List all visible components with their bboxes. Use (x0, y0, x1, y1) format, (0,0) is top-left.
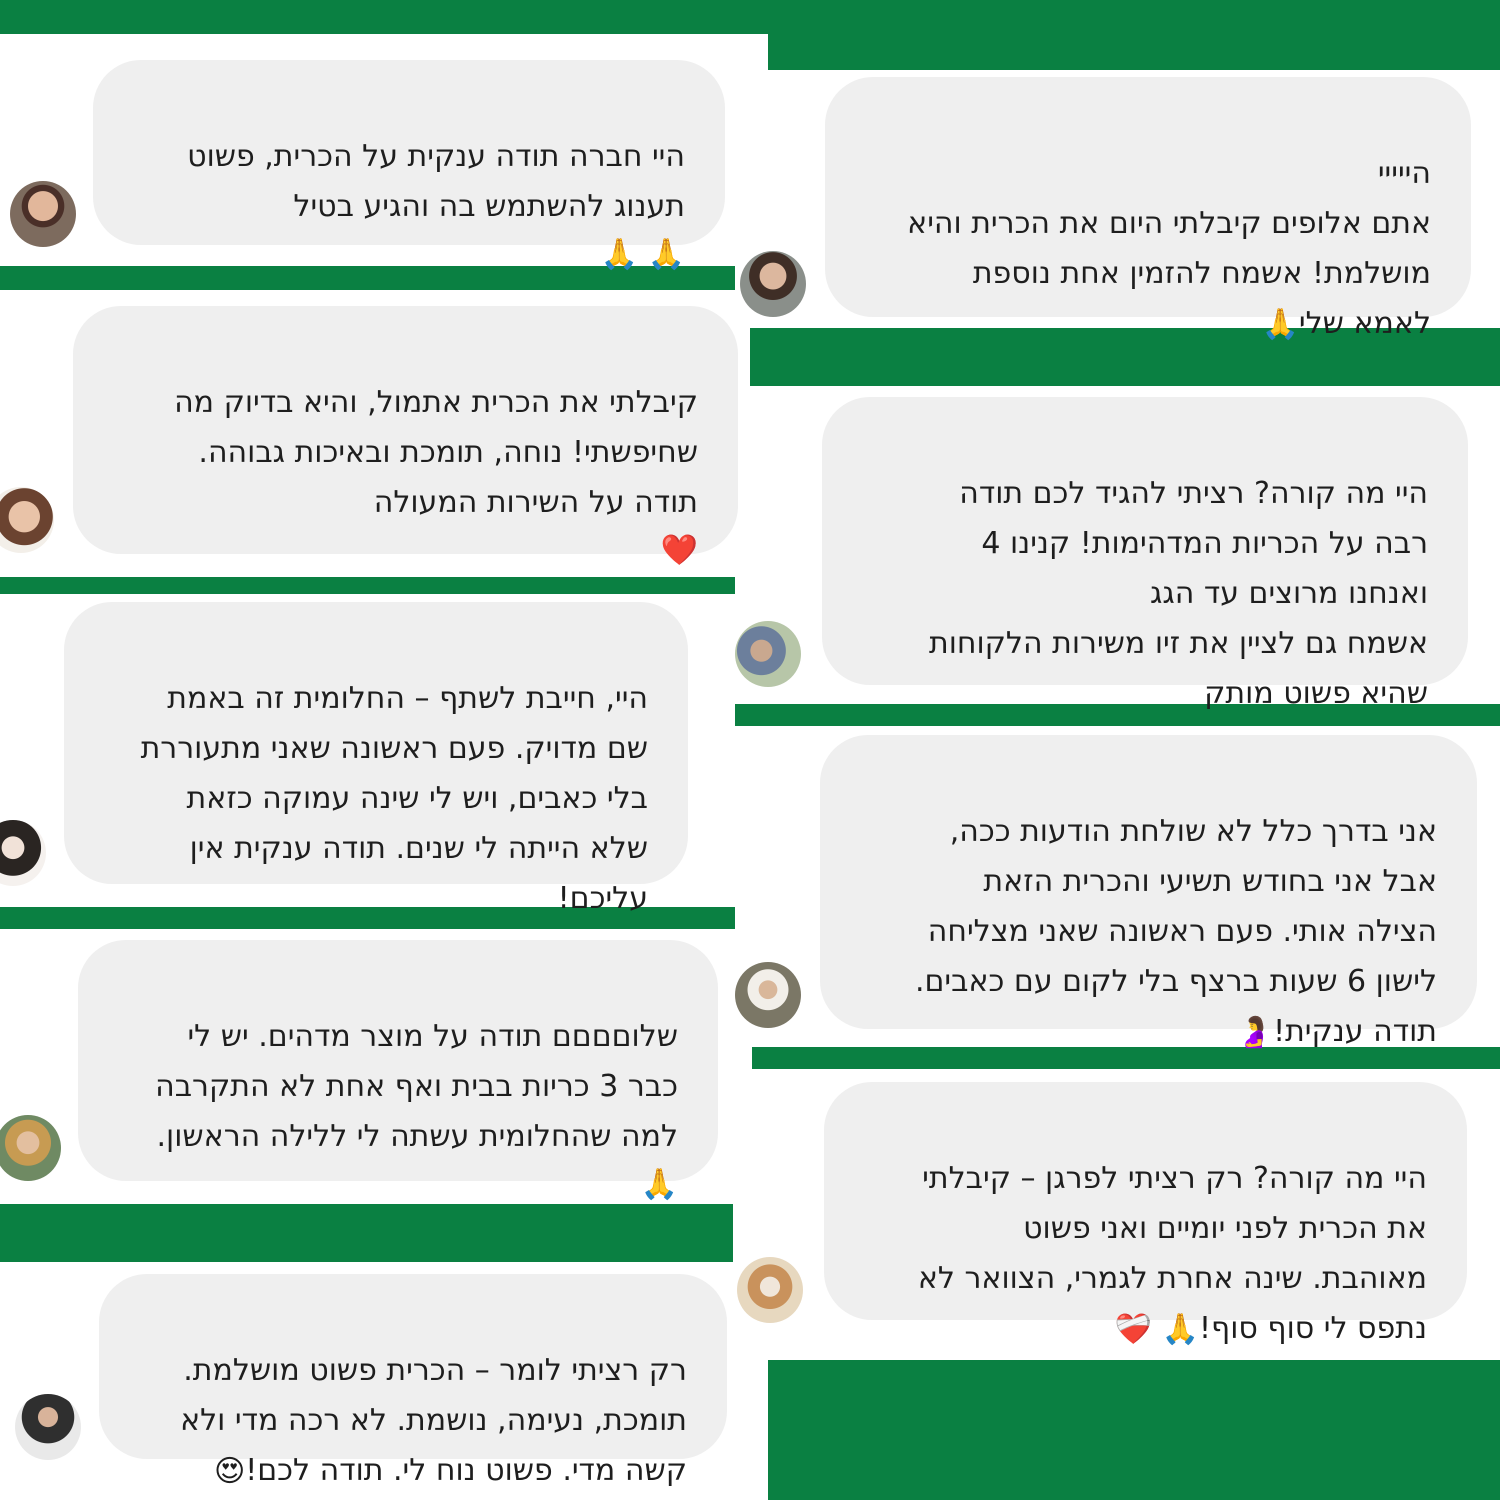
review-text: רק רציתי לומר – הכרית פשוט מושלמת. תומכת… (139, 1296, 687, 1496)
review-text-body: היי, חייבת לשתף – החלומית זה באמת שם מדו… (140, 681, 648, 916)
pray-icon: 🙏 (1261, 306, 1299, 342)
review-text: היי חברה תודה ענקית על הכרית, פשוט תענוג… (133, 82, 685, 328)
heart-icon: ❤️ (660, 533, 698, 568)
pray-heart-icons: 🙏 ❤️‍🩹 (1114, 1311, 1199, 1347)
green-band-top (0, 0, 1500, 34)
avatar (15, 1394, 81, 1460)
pray-icon: 🙏 (640, 1167, 678, 1202)
avatar (737, 1257, 803, 1323)
avatar (740, 251, 806, 317)
review-bubble: קיבלתי את הכרית אתמול, והיא בדיוק מה שחי… (73, 306, 738, 568)
review-bubble: היי מה קורה? רציתי להגיד לכם תודה רבה על… (822, 397, 1468, 711)
review-bubble: אני בדרך כלל לא שולחת הודעות ככה, אבל אנ… (820, 735, 1477, 1050)
review-bubble: הייייי אתם אלופים קיבלתי היום את הכרית ו… (825, 77, 1471, 342)
review-text: היי מה קורה? רק רציתי לפרגן – קיבלתי את … (864, 1104, 1427, 1354)
review-bubble: היי, חייבת לשתף – החלומית זה באמת שם מדו… (64, 602, 688, 916)
avatar (0, 487, 54, 553)
review-bubble: היי חברה תודה ענקית על הכרית, פשוט תענוג… (93, 60, 725, 272)
review-text: אני בדרך כלל לא שולחת הודעות ככה, אבל אנ… (860, 757, 1437, 1057)
avatar (0, 1115, 61, 1181)
review-text-body: אני בדרך כלל לא שולחת הודעות ככה, אבל אנ… (914, 814, 1437, 1049)
heart-eyes-icon: 😍 (213, 1453, 246, 1489)
avatar (735, 621, 801, 687)
avatar (0, 820, 46, 886)
review-bubble: רק רציתי לומר – הכרית פשוט מושלמת. תומכת… (99, 1274, 727, 1489)
avatar (735, 962, 801, 1028)
review-text: היי מה קורה? רציתי להגיד לכם תודה רבה על… (862, 419, 1428, 719)
review-bubble: היי מה קורה? רק רציתי לפרגן – קיבלתי את … (824, 1082, 1467, 1347)
review-text-body: שלוםםםם תודה על מוצר מדהים. יש לי כבר 3 … (155, 1019, 678, 1154)
green-band-top-right (768, 34, 1500, 70)
pray-icon: 🙏 🙏 (600, 237, 685, 272)
review-text-body: הייייי אתם אלופים קיבלתי היום את הכרית ו… (907, 156, 1431, 341)
review-text-body: קיבלתי את הכרית אתמול, והיא בדיוק מה שחי… (174, 385, 698, 520)
review-text: הייייי אתם אלופים קיבלתי היום את הכרית ו… (865, 99, 1431, 349)
review-text: היי, חייבת לשתף – החלומית זה באמת שם מדו… (104, 624, 648, 924)
review-text-body: היי חברה תודה ענקית על הכרית, פשוט תענוג… (187, 139, 685, 224)
avatar (10, 181, 76, 247)
review-text: שלוםםםם תודה על מוצר מדהים. יש לי כבר 3 … (118, 962, 678, 1258)
review-text-body: היי מה קורה? רציתי להגיד לכם תודה רבה על… (928, 476, 1428, 711)
green-band-bottom-right (768, 1360, 1500, 1500)
review-text-body: רק רציתי לומר – הכרית פשוט מושלמת. תומכת… (180, 1353, 687, 1488)
review-bubble: שלוםםםם תודה על מוצר מדהים. יש לי כבר 3 … (78, 940, 718, 1202)
review-text: קיבלתי את הכרית אתמול, והיא בדיוק מה שחי… (113, 328, 698, 624)
pregnant-woman-icon: 🤰 (1235, 1014, 1274, 1050)
